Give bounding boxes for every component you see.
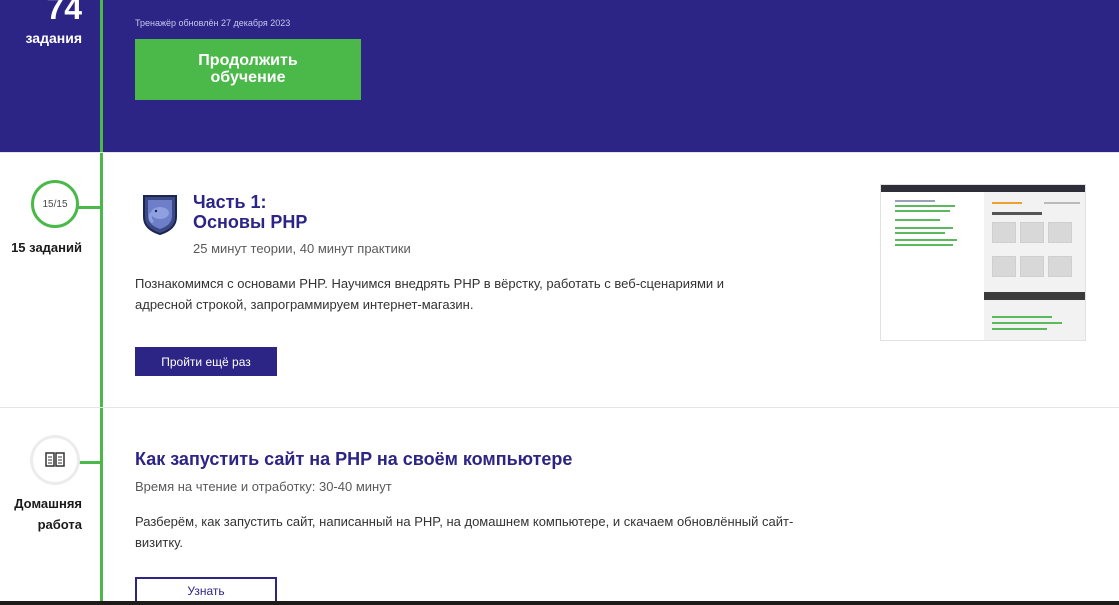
section-divider	[0, 152, 1119, 153]
homework-title[interactable]: Как запустить сайт на PHP на своём компь…	[135, 449, 572, 470]
retry-button[interactable]: Пройти ещё раз	[135, 347, 277, 376]
part-title-line1: Часть 1:	[193, 192, 267, 212]
continue-learning-button[interactable]: Продолжить обучение	[135, 39, 361, 100]
homework-node	[33, 438, 77, 482]
php-elephant-icon	[143, 195, 177, 235]
homework-label-line1: Домашняя	[14, 496, 82, 511]
section-divider	[0, 407, 1119, 408]
homework-label-line2: работа	[37, 516, 82, 532]
homework-description: Разберём, как запустить сайт, написанный…	[135, 514, 794, 550]
tasks-total-count: 74	[46, 0, 82, 26]
tasks-total-unit: задания	[25, 30, 82, 46]
progress-node: 15/15	[31, 180, 79, 228]
preview-site-panel	[984, 192, 1085, 340]
homework-duration: Время на чтение и отработку: 30-40 минут	[135, 479, 392, 494]
preview-toolbar	[881, 185, 1085, 192]
part-tasks-count: 15 заданий	[11, 240, 82, 255]
bottom-edge	[0, 601, 1119, 605]
course-preview-thumbnail	[880, 184, 1086, 341]
preview-code-panel	[881, 192, 984, 340]
homework-label: Домашняя работа	[0, 494, 82, 536]
timeline-connector	[74, 461, 102, 464]
part-duration: 25 минут теории, 40 минут практики	[193, 241, 411, 256]
updated-date: Тренажёр обновлён 27 декабря 2023	[135, 18, 291, 28]
part-description: Познакомимся с основами PHP. Научимся вн…	[135, 276, 725, 312]
part-title: Часть 1: Основы PHP	[193, 192, 308, 233]
preview-footer	[984, 292, 1085, 300]
timeline-line	[100, 0, 103, 605]
book-icon	[45, 452, 65, 467]
hero-banner: 74 задания Тренажёр обновлён 27 декабря …	[0, 0, 1119, 152]
part-title-line2: Основы PHP	[193, 211, 308, 232]
